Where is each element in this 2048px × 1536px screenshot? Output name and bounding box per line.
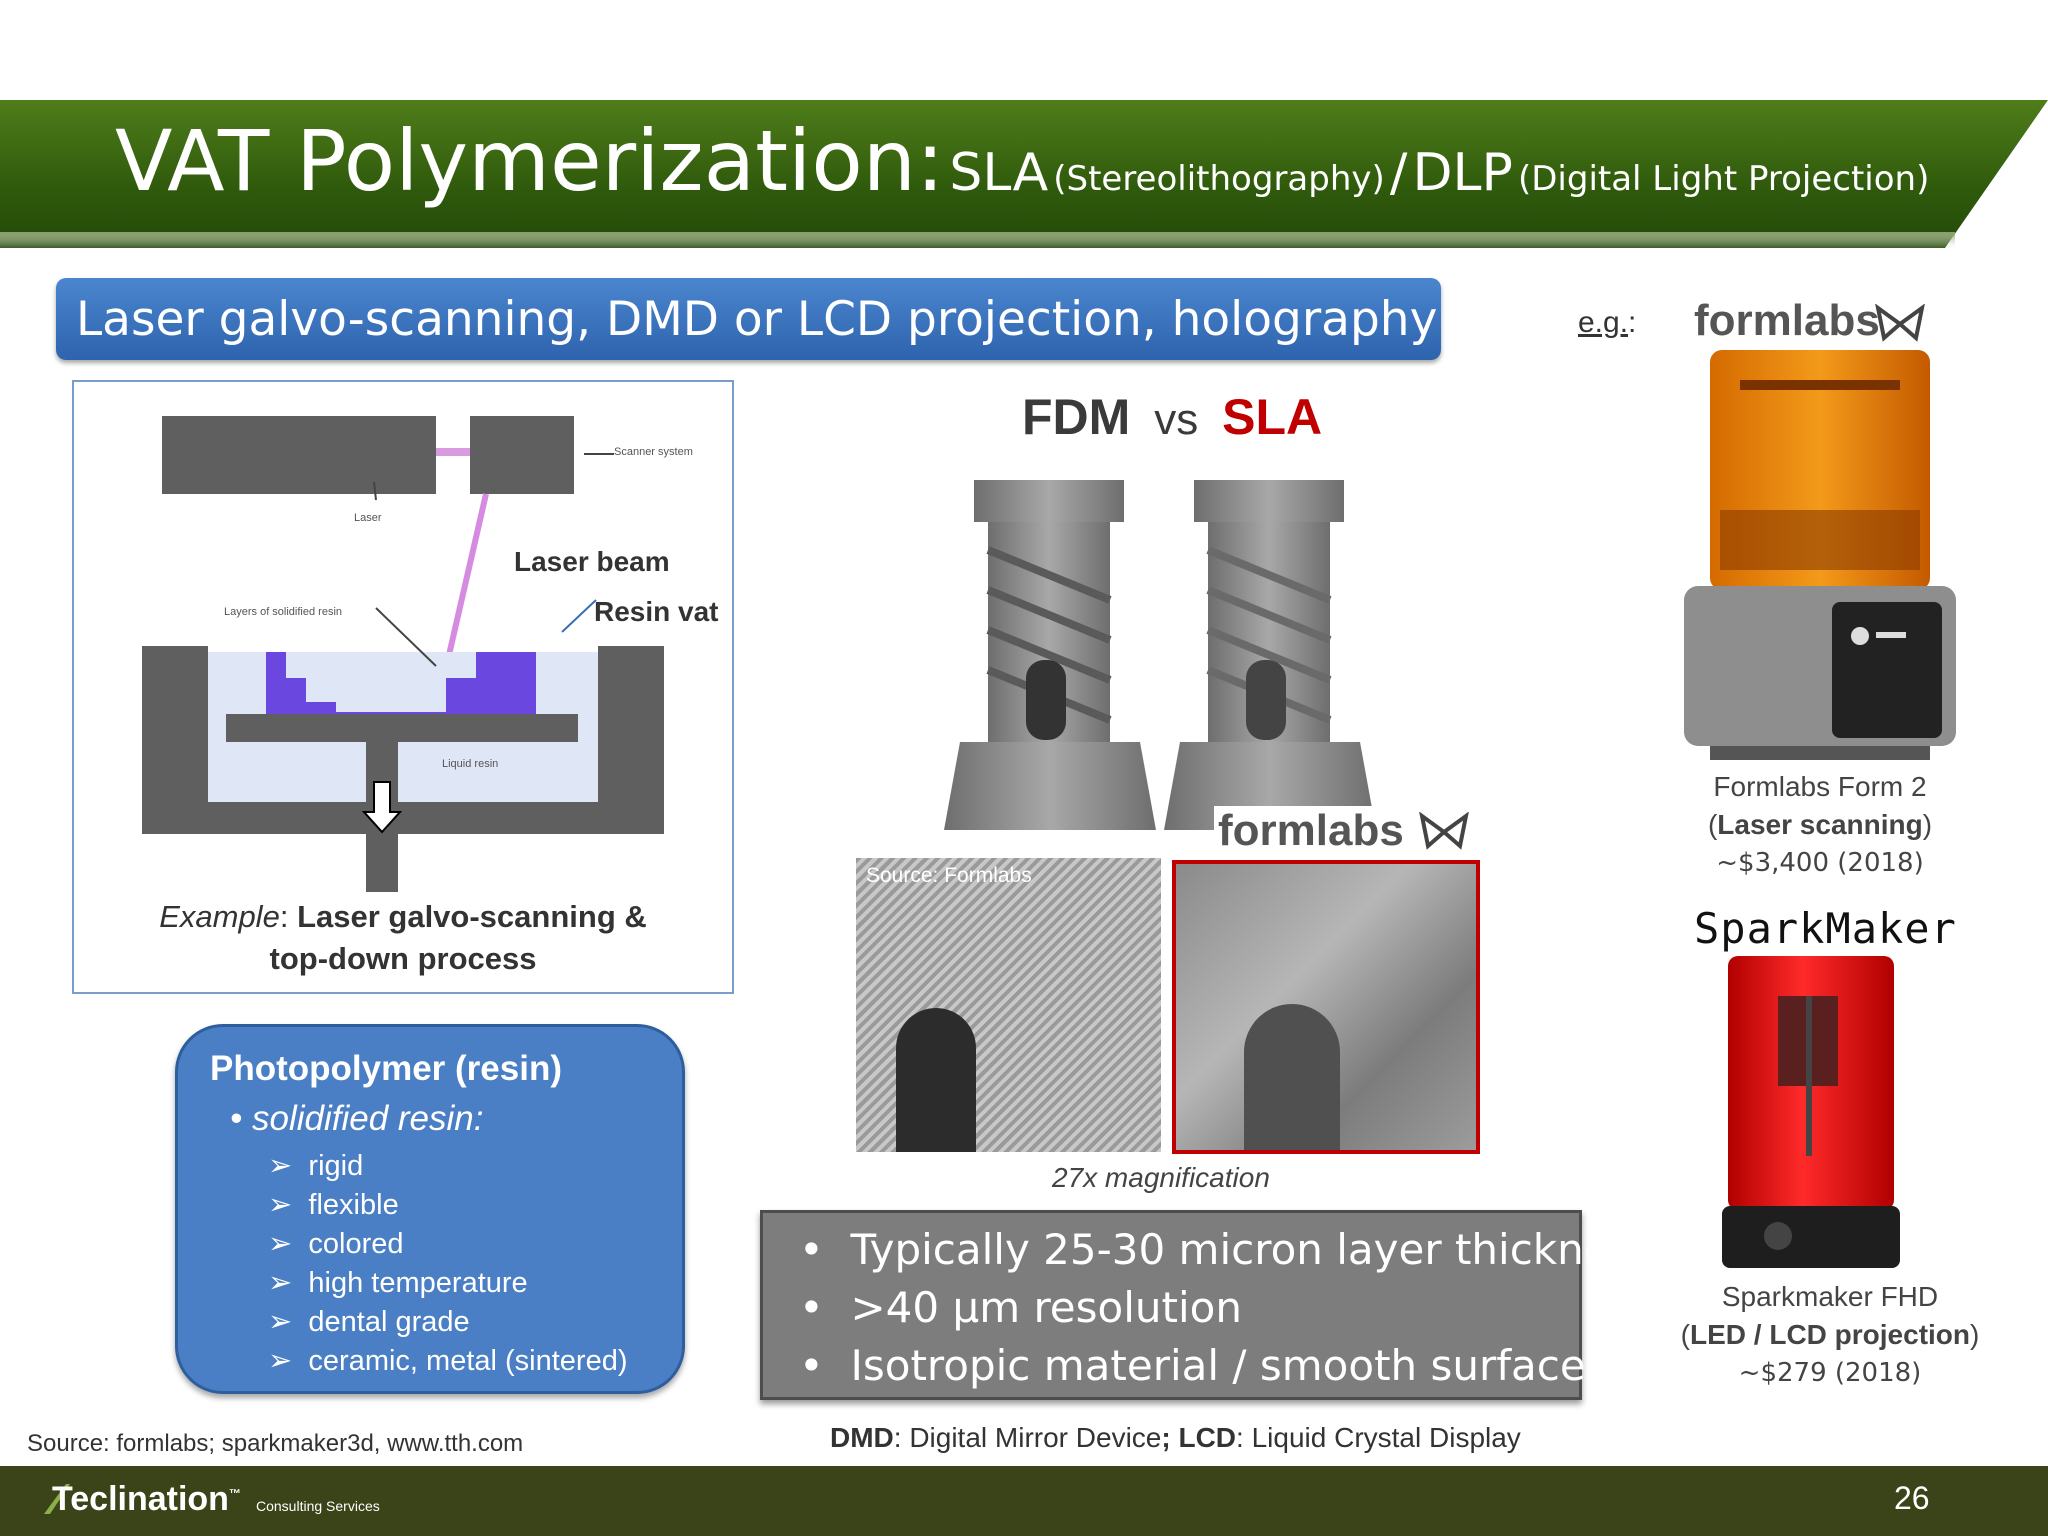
liquid-resin-label: Liquid resin — [442, 758, 499, 770]
footer-tagline: Consulting Services — [256, 1498, 380, 1514]
butterfly-icon — [1419, 812, 1469, 850]
footer-bar: Teclination™ Consulting Services 26 — [0, 1466, 2048, 1536]
item-label: high temperature — [308, 1267, 528, 1299]
fdm-rook — [944, 480, 1156, 830]
caption-colon: : — [279, 899, 289, 934]
diagram-caption: Example: Laser galvo-scanning & top-down… — [74, 896, 732, 980]
glossary-sep: ; — [1161, 1422, 1171, 1453]
sparkmaker-logo: SparkMaker — [1694, 904, 1957, 953]
glossary-text: DMD: Digital Mirror Device; LCD: Liquid … — [830, 1422, 1521, 1454]
subtitle-text: Laser galvo-scanning, DMD or LCD project… — [76, 292, 1438, 347]
list-item: ➢ ceramic, metal (sintered) — [268, 1345, 628, 1377]
fact-text: Typically 25-30 micron layer thickness — [850, 1225, 1654, 1274]
form2-printer-image — [1684, 350, 1956, 760]
footer-brand-name: Teclination — [52, 1480, 229, 1518]
glossary-lcd-text: : Liquid Crystal Display — [1236, 1422, 1521, 1453]
footer-tm: ™ — [228, 1486, 241, 1501]
rook-towers — [944, 480, 1376, 830]
glossary-lcd: LCD — [1178, 1422, 1237, 1453]
sparkmaker-caption: Sparkmaker FHD (LED / LCD projection) ~$… — [1620, 1278, 2040, 1392]
item-label: rigid — [308, 1150, 364, 1182]
subtitle-bar: Laser galvo-scanning, DMD or LCD project… — [56, 278, 1441, 360]
photopolymer-sub: • solidified resin: — [230, 1099, 484, 1138]
caption-bold-2: top-down process — [269, 941, 537, 976]
eg-label: e.g.: — [1578, 306, 1636, 340]
resin-vat-label: Resin vat — [594, 596, 719, 627]
eg-colon: : — [1628, 306, 1637, 339]
formlabs-logo: formlabs — [1694, 296, 1880, 345]
laser-beam-label: Laser beam — [514, 546, 670, 577]
title-dlp-paren: (Digital Light Projection) — [1517, 159, 1930, 199]
butterfly-icon — [1875, 304, 1925, 342]
title-slash: / — [1389, 143, 1408, 203]
glossary-dmd: DMD — [830, 1422, 894, 1453]
fact-text: Isotropic material / smooth surface — [850, 1341, 1586, 1390]
item-label: colored — [308, 1228, 404, 1260]
footer-brand: Teclination™ — [52, 1480, 241, 1519]
title-sla-paren: (Stereolithography) — [1053, 159, 1385, 199]
eg-text: e.g. — [1578, 306, 1629, 339]
scanner-unit — [470, 416, 574, 494]
caption-bold-1: Laser galvo-scanning & — [297, 899, 647, 934]
page-number: 26 — [1894, 1480, 1930, 1516]
resin-vat-leader — [561, 599, 597, 633]
title-main: VAT Polymerization: — [115, 112, 945, 210]
list-item: ➢ high temperature — [268, 1267, 528, 1299]
scanner-label: Scanner system — [614, 446, 693, 458]
list-item: ➢ rigid — [268, 1150, 364, 1182]
form2-caption: Formlabs Form 2 (Laser scanning) ~$3,400… — [1610, 768, 2030, 882]
sparkmaker-name: Sparkmaker FHD — [1721, 1281, 1939, 1312]
magnification-caption: 27x magnification — [1052, 1162, 1270, 1193]
list-item: ➢ flexible — [268, 1189, 399, 1221]
sla-label: SLA — [1222, 389, 1323, 445]
photopolymer-box: Photopolymer (resin) • solidified resin:… — [175, 1024, 685, 1394]
sparkmaker-tech-line: (LED / LCD projection) — [1680, 1319, 1980, 1350]
form2-name: Formlabs Form 2 — [1713, 771, 1927, 802]
sla-magnified-photo — [1172, 860, 1480, 1154]
sla-arch — [1244, 1004, 1340, 1150]
fdm-vs-sla-heading: FDM vs SLA — [1022, 388, 1322, 446]
caption-prefix: Example — [159, 899, 280, 934]
laser-beam — [443, 493, 489, 669]
build-platform — [226, 714, 578, 742]
fact-item: • >40 μm resolution — [799, 1283, 1242, 1332]
item-label: flexible — [308, 1189, 399, 1221]
fdm-label: FDM — [1022, 389, 1131, 445]
laser-beam-horizontal — [436, 448, 470, 456]
laser-label: Laser — [354, 512, 382, 524]
formlabs-logo-mid: formlabs — [1214, 806, 1408, 856]
glossary-dmd-text: : Digital Mirror Device — [893, 1422, 1162, 1453]
slide-title: VAT Polymerization: SLA (Stereolithograp… — [115, 112, 1929, 210]
title-sla: SLA — [949, 143, 1049, 203]
sparkmaker-printer-image — [1722, 956, 1900, 1268]
form2-price: ~$3,400 (2018) — [1716, 848, 1924, 878]
fdm-magnified-photo: Source: Formlabs — [856, 858, 1161, 1152]
title-dlp: DLP — [1412, 143, 1513, 203]
photopolymer-sub-text: solidified resin: — [251, 1099, 484, 1138]
fact-text: >40 μm resolution — [850, 1283, 1242, 1332]
item-label: ceramic, metal (sintered) — [308, 1345, 628, 1377]
fact-item: • Typically 25-30 micron layer thickness — [799, 1225, 1654, 1274]
sparkmaker-tech: LED / LCD projection — [1690, 1319, 1970, 1350]
vat-bottom — [142, 802, 664, 834]
fdm-arch — [896, 1008, 976, 1152]
sparkmaker-price: ~$279 (2018) — [1738, 1358, 1922, 1388]
photopolymer-list: ➢ rigid ➢ flexible ➢ colored ➢ high temp… — [268, 1147, 628, 1381]
sla-rook — [1164, 480, 1376, 830]
sources-text: Source: formlabs; sparkmaker3d, www.tth.… — [27, 1430, 524, 1457]
photopolymer-heading: Photopolymer (resin) — [210, 1049, 562, 1088]
form2-tech-line: (Laser scanning) — [1707, 809, 1933, 840]
list-item: ➢ colored — [268, 1228, 404, 1260]
item-label: dental grade — [308, 1306, 470, 1338]
layers-label: Layers of solidified resin — [224, 606, 343, 618]
fact-item: • Isotropic material / smooth surface — [799, 1341, 1586, 1390]
source-formlabs: Source: Formlabs — [866, 864, 1032, 887]
form2-tech: Laser scanning — [1717, 809, 1923, 840]
facts-box: • Typically 25-30 micron layer thickness… — [760, 1210, 1653, 1400]
laser-unit — [162, 416, 436, 494]
vs-label: vs — [1154, 395, 1199, 444]
sla-diagram-panel: Scanner system Laser Layers of solidifie… — [72, 380, 734, 994]
list-item: ➢ dental grade — [268, 1306, 470, 1338]
